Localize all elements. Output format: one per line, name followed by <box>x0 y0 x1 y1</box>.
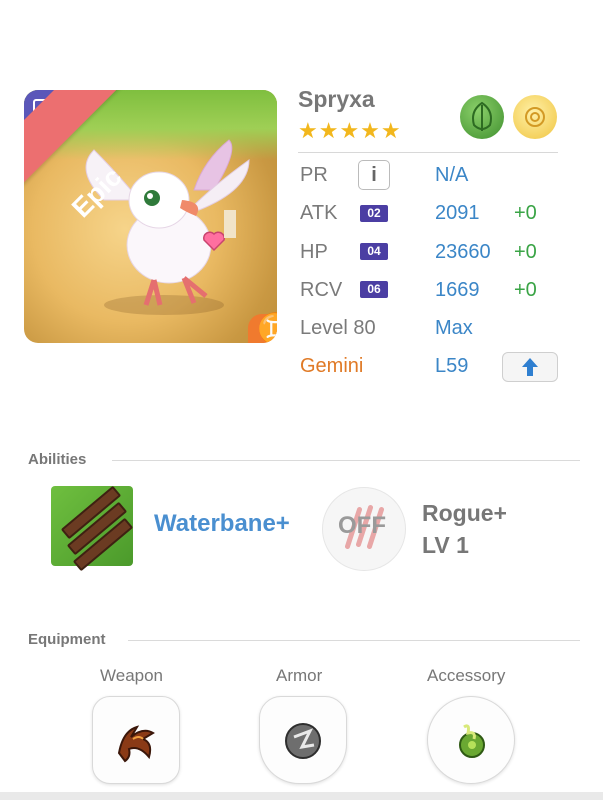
upgrade-button[interactable] <box>502 352 558 382</box>
header-divider <box>298 152 558 153</box>
level-label: Level 80 <box>300 317 376 339</box>
star-rating: ★★★★★ <box>298 118 402 143</box>
atk-value: 2091 <box>435 202 480 224</box>
rcv-value: 1669 <box>435 279 480 301</box>
waterbane-icon[interactable] <box>51 485 134 572</box>
pr-label: PR <box>300 164 328 186</box>
hp-value: 23660 <box>435 241 491 263</box>
abilities-title: Abilities <box>28 451 87 468</box>
pr-info-button[interactable]: i <box>358 160 390 190</box>
pr-value: N/A <box>435 164 469 186</box>
monster-portrait[interactable]: R Epic ♊ <box>24 90 277 343</box>
armor-slot[interactable] <box>259 696 347 784</box>
weapon-label: Weapon <box>100 666 164 685</box>
ability-name[interactable]: Waterbane+ <box>154 510 290 538</box>
green-gem-icon <box>459 724 485 758</box>
accessory-label: Accessory <box>427 666 506 685</box>
atk-bonus: +0 <box>514 202 537 224</box>
toggle-state: OFF <box>338 512 386 539</box>
skill-name: Rogue+ <box>422 500 507 526</box>
equipment-title: Equipment <box>28 631 106 648</box>
rcv-bonus: +0 <box>514 279 537 301</box>
armor-orb-icon <box>285 723 321 759</box>
atk-label: ATK <box>300 202 338 224</box>
zodiac-label: Gemini <box>300 355 364 377</box>
skill-level: LV 1 <box>422 532 469 558</box>
bottom-bar <box>0 792 603 800</box>
hp-chip: 04 <box>360 243 388 260</box>
monster-name: Spryxa <box>298 86 375 112</box>
zodiac-level: L59 <box>435 355 469 377</box>
hp-bonus: +0 <box>514 241 537 263</box>
atk-chip: 02 <box>360 205 388 222</box>
armor-label: Armor <box>276 666 323 685</box>
accessory-slot[interactable] <box>427 696 515 784</box>
level-value: Max <box>435 317 473 339</box>
up-arrow-icon <box>522 358 538 376</box>
abilities-divider <box>112 460 580 461</box>
cloud-icon <box>513 95 557 139</box>
rcv-chip: 06 <box>360 281 388 298</box>
equipment-divider <box>128 640 580 641</box>
leaf-icon <box>460 95 504 139</box>
claw-weapon-icon <box>117 725 155 763</box>
rcv-label: RCV <box>300 279 343 301</box>
weapon-slot[interactable] <box>92 696 180 784</box>
hp-label: HP <box>300 241 328 263</box>
gemini-icon: ♊ <box>257 313 277 343</box>
